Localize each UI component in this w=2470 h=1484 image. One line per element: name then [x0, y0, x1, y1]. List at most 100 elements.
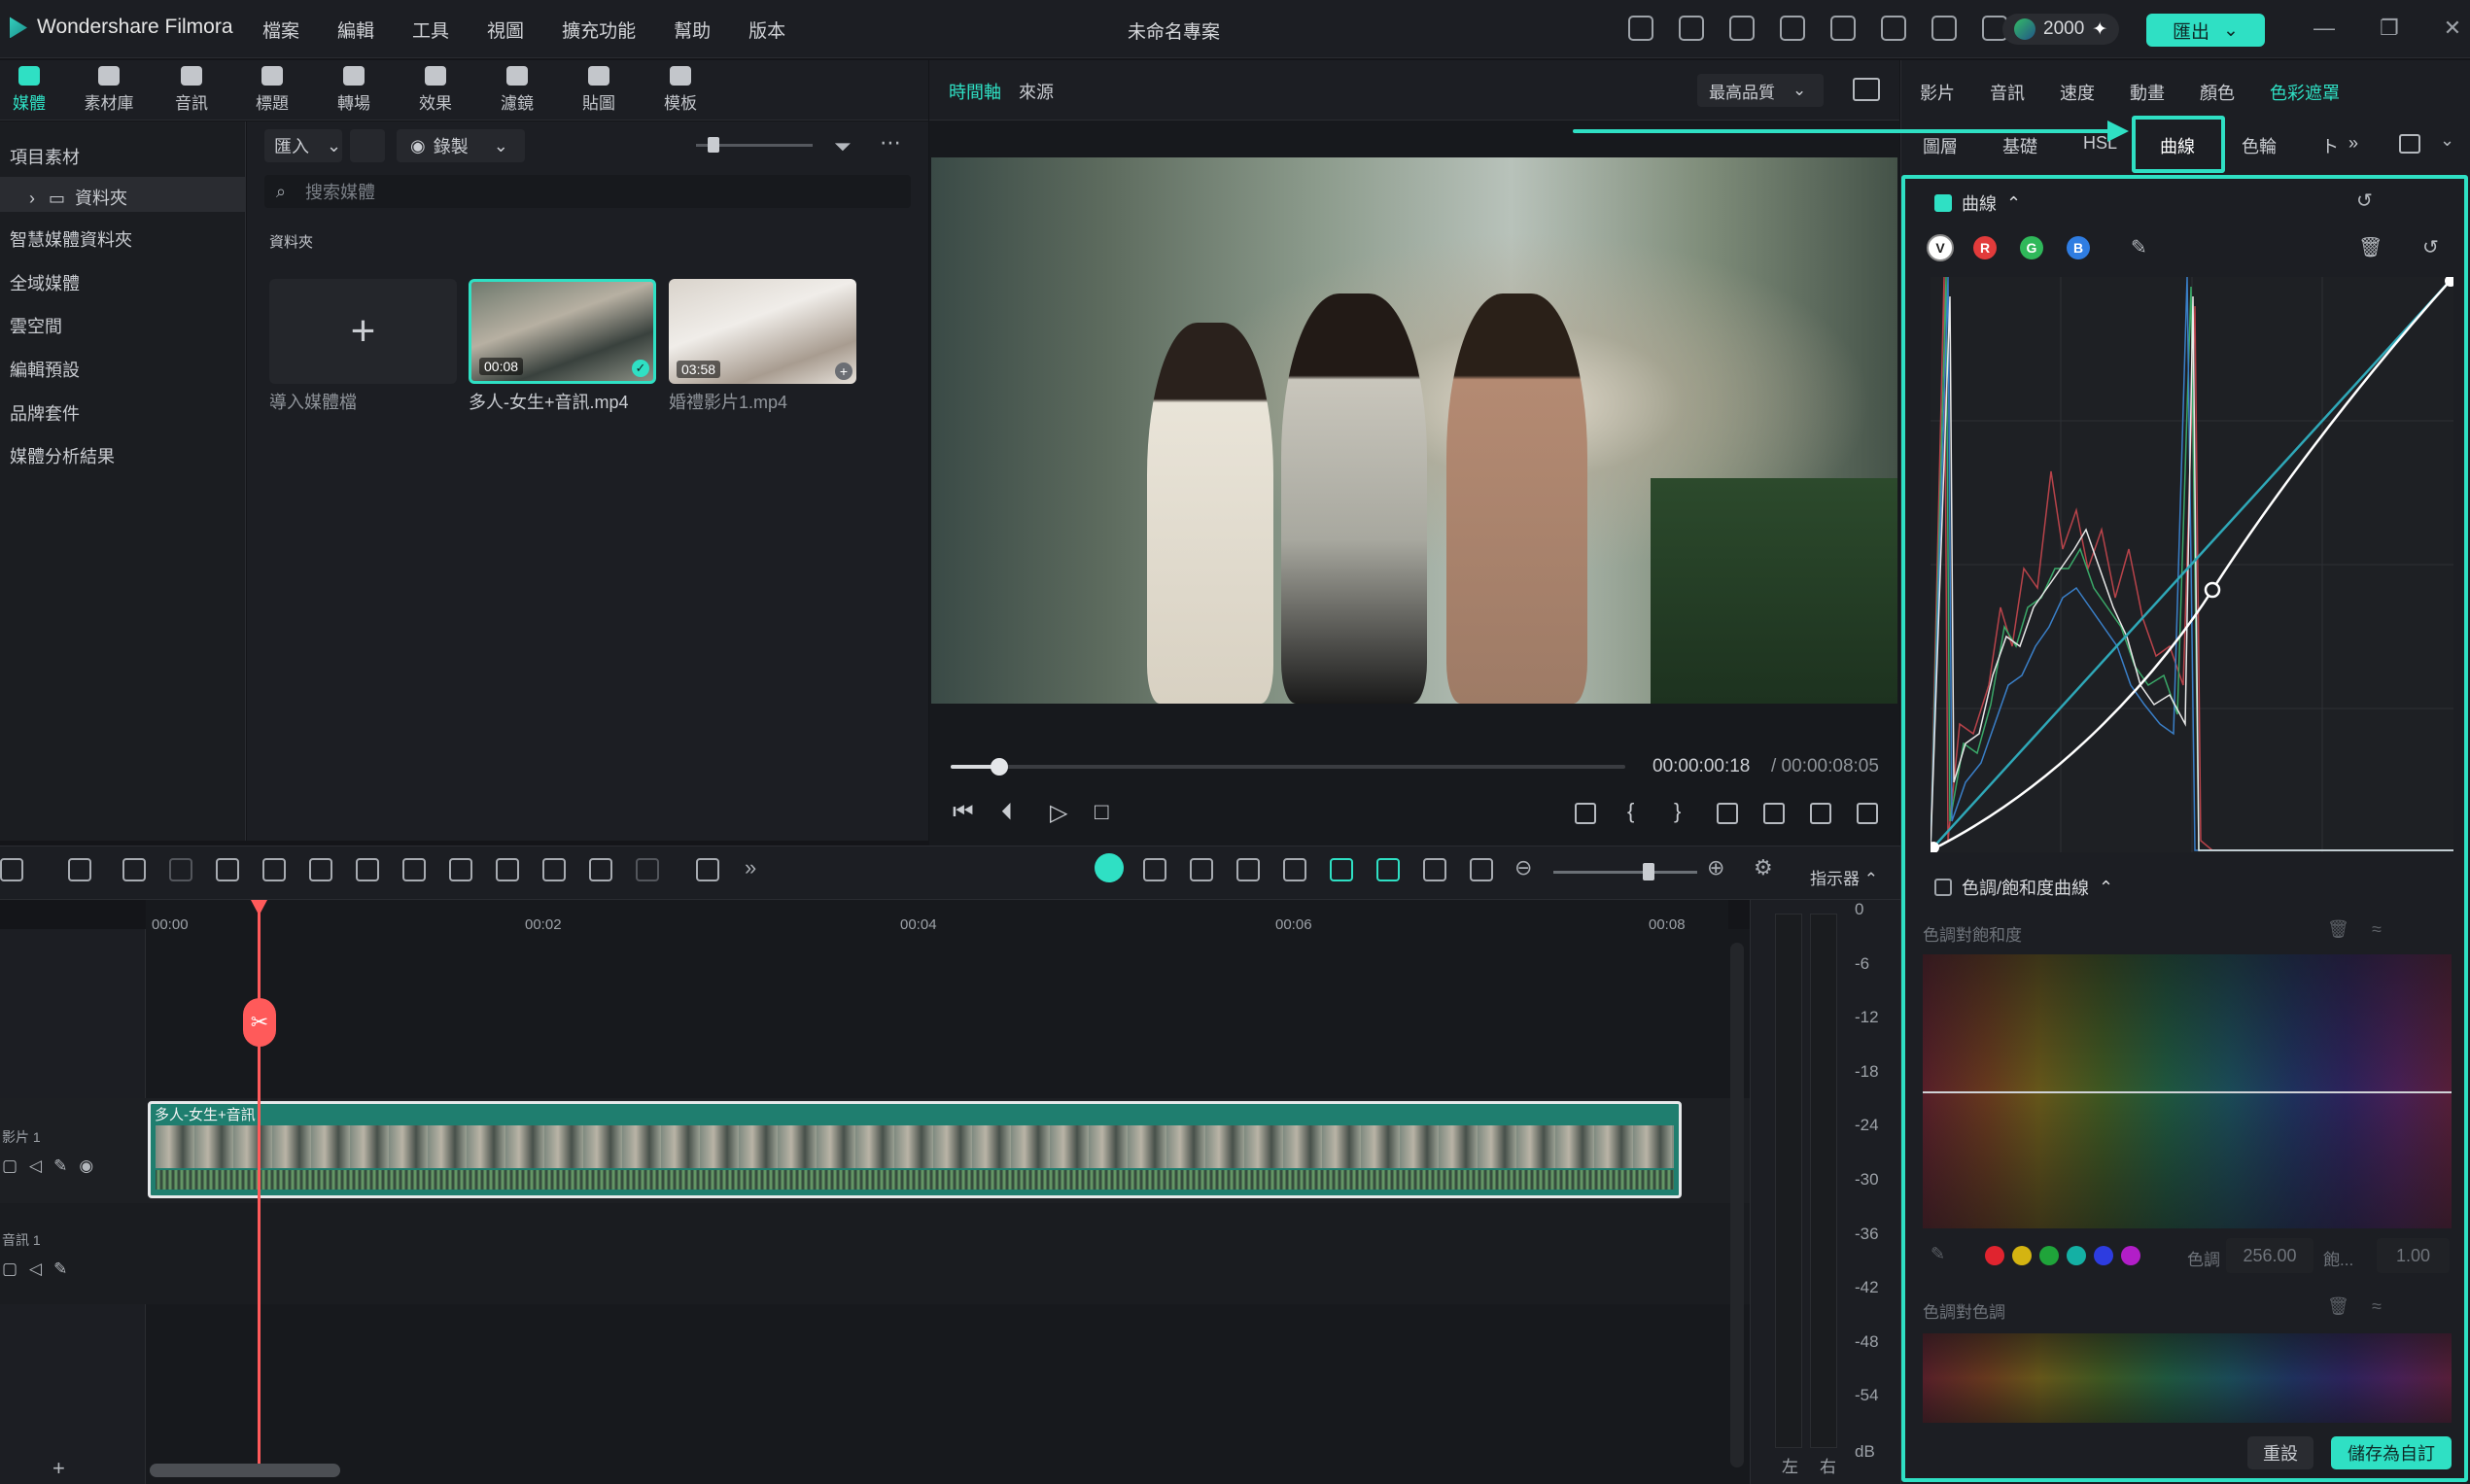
snapshot-icon[interactable]: [1763, 803, 1785, 824]
reset-channel-icon[interactable]: ↺: [2422, 235, 2439, 259]
fit-icon[interactable]: [1470, 858, 1493, 881]
headset-icon[interactable]: [1780, 16, 1805, 41]
hue-dot-blue[interactable]: [2094, 1246, 2113, 1265]
preview-progress-knob[interactable]: [990, 758, 1008, 776]
scope-icon[interactable]: [1853, 78, 1880, 101]
filter-icon[interactable]: ⏷: [834, 134, 852, 159]
menu-help[interactable]: 幫助: [674, 17, 711, 43]
chevron-down-icon[interactable]: ⌄: [2440, 130, 2454, 151]
timer-icon[interactable]: [542, 858, 566, 881]
curve-reset-icon[interactable]: ≈: [2372, 919, 2382, 940]
crop-icon[interactable]: [309, 858, 332, 881]
layout-icon[interactable]: [1729, 16, 1755, 41]
sat-value-field[interactable]: 1.00: [2377, 1238, 2450, 1273]
redo-icon[interactable]: [169, 858, 192, 881]
select-tool-icon[interactable]: [68, 858, 91, 881]
channel-blue-button[interactable]: B: [2067, 236, 2090, 259]
speed-icon[interactable]: [496, 858, 519, 881]
settings-gear-icon[interactable]: ⚙: [1754, 855, 1773, 880]
media-thumbnail[interactable]: 00:08 ✓: [469, 279, 656, 384]
eyedropper-icon[interactable]: ✎: [1931, 1244, 1945, 1264]
tab-templates[interactable]: 模板: [651, 66, 710, 114]
mark-in-icon[interactable]: {: [1627, 799, 1634, 824]
ai-audio-icon[interactable]: [696, 858, 719, 881]
export-button[interactable]: 匯出 ⌄: [2146, 14, 2265, 47]
channel-value-button[interactable]: V: [1927, 234, 1954, 261]
playhead[interactable]: [258, 900, 261, 1464]
curve-reset-icon[interactable]: ≈: [2372, 1296, 2382, 1317]
tab-speed[interactable]: 速度: [2060, 80, 2095, 105]
undo-icon[interactable]: [122, 858, 146, 881]
menu-view[interactable]: 視圖: [487, 17, 524, 43]
auto-beat-icon[interactable]: [1143, 858, 1166, 881]
hue-dot-yellow[interactable]: [2012, 1246, 2032, 1265]
reset-button[interactable]: 重設: [2247, 1436, 2313, 1469]
split-scissors-icon[interactable]: ✂: [243, 998, 276, 1047]
close-icon[interactable]: ✕: [2444, 16, 2461, 41]
eyedropper-icon[interactable]: ✎: [2131, 235, 2147, 259]
hue-dot-magenta[interactable]: [2121, 1246, 2140, 1265]
menu-file[interactable]: 檔案: [262, 17, 299, 43]
video-clip[interactable]: 多人-女生+音訊: [148, 1101, 1682, 1198]
add-icon[interactable]: +: [835, 362, 852, 380]
sidebar-item-project-media[interactable]: 項目素材: [10, 144, 80, 169]
video-preview-frame[interactable]: [931, 157, 1897, 704]
tab-media[interactable]: 媒體: [0, 66, 58, 114]
voiceover-icon[interactable]: [1236, 858, 1260, 881]
media-thumbnail[interactable]: 03:58 +: [669, 279, 856, 384]
fullscreen-icon[interactable]: [1857, 803, 1878, 824]
tab-transitions[interactable]: 轉場: [325, 66, 383, 114]
menu-version[interactable]: 版本: [748, 17, 785, 43]
subtab-color-wheels[interactable]: 色輪: [2242, 133, 2277, 158]
tab-source[interactable]: 來源: [1019, 79, 1054, 104]
tab-color[interactable]: 顏色: [2200, 80, 2235, 105]
marker-icon[interactable]: [1190, 858, 1213, 881]
stop-icon[interactable]: □: [1095, 799, 1109, 826]
save-icon[interactable]: [1830, 16, 1856, 41]
subtab-more[interactable]: ト: [2321, 133, 2339, 158]
reset-curves-icon[interactable]: ↺: [2356, 189, 2373, 213]
search-input[interactable]: ⌕ 搜索媒體: [264, 175, 911, 208]
cloud-upload-icon[interactable]: [1881, 16, 1906, 41]
channel-green-button[interactable]: G: [2020, 236, 2043, 259]
track-controls[interactable]: ▢◁✎◉: [2, 1156, 105, 1176]
pen-icon[interactable]: [449, 858, 472, 881]
more-tools-icon[interactable]: »: [745, 855, 756, 880]
grid-view-button[interactable]: [350, 129, 385, 162]
curves-graph[interactable]: [1931, 277, 2453, 852]
zoom-in-icon[interactable]: ⊕: [1707, 855, 1724, 880]
menu-edit[interactable]: 編輯: [337, 17, 374, 43]
import-dropdown[interactable]: 匯入 ⌄: [264, 129, 342, 162]
subtab-scroll-right[interactable]: »: [2348, 133, 2358, 154]
hue-dot-red[interactable]: [1985, 1246, 2004, 1265]
snap-icon[interactable]: [1330, 858, 1353, 881]
credits-badge[interactable]: 2000 ✦: [2002, 14, 2120, 45]
import-media-tile[interactable]: +: [269, 279, 457, 384]
ai-copilot-icon[interactable]: [1095, 853, 1124, 882]
tab-timeline[interactable]: 時間軸: [949, 79, 1001, 104]
tab-effects[interactable]: 效果: [406, 66, 465, 114]
curves-enable-checkbox[interactable]: [1934, 194, 1952, 212]
zoom-knob[interactable]: [1643, 863, 1654, 880]
keyframe-icon[interactable]: [589, 858, 612, 881]
hs-curve-checkbox[interactable]: [1934, 879, 1952, 896]
shape-icon[interactable]: [402, 858, 426, 881]
tab-titles[interactable]: 標題: [243, 66, 301, 114]
tab-video[interactable]: 影片: [1920, 80, 1955, 105]
split-icon[interactable]: [262, 858, 286, 881]
channel-red-button[interactable]: R: [1973, 236, 1997, 259]
subtab-layer[interactable]: 圖層: [1923, 133, 1958, 158]
tab-audio-props[interactable]: 音訊: [1990, 80, 2025, 105]
quality-dropdown[interactable]: 最高品質 ⌄: [1697, 74, 1824, 107]
hs-curve-section-header[interactable]: 色調/飽和度曲線 ⌃: [1934, 875, 2113, 900]
sidebar-item-presets[interactable]: 編輯預設: [10, 357, 80, 382]
menu-extensions[interactable]: 擴充功能: [562, 17, 636, 43]
render-settings-icon[interactable]: [1717, 803, 1738, 824]
menu-tools[interactable]: 工具: [412, 17, 449, 43]
timeline-vertical-scrollbar[interactable]: [1730, 943, 1744, 1467]
zoom-slider[interactable]: [1553, 871, 1697, 874]
freeze-icon[interactable]: [636, 858, 659, 881]
track-controls[interactable]: ▢◁✎: [2, 1260, 79, 1279]
more-icon[interactable]: ⋯: [880, 130, 901, 155]
hue-dot-green[interactable]: [2039, 1246, 2059, 1265]
